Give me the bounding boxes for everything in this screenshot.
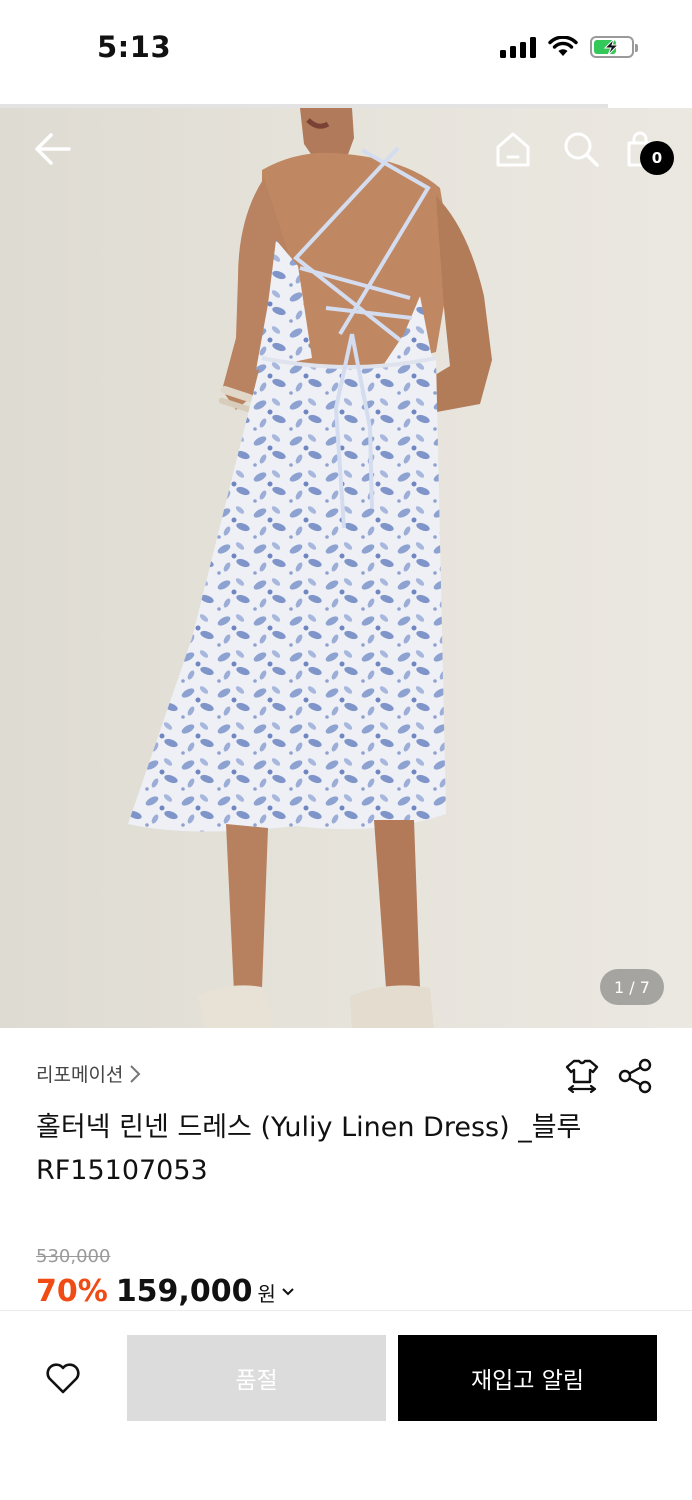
cart-count-badge: 0 (640, 141, 674, 175)
brand-name: 리포메이션 (36, 1064, 124, 1086)
back-arrow-icon (35, 133, 71, 165)
status-icons (500, 36, 638, 58)
chevron-down-icon (282, 1287, 294, 1295)
price-detail-toggle[interactable] (280, 1286, 296, 1298)
share-button[interactable] (616, 1056, 656, 1096)
search-icon (564, 132, 599, 167)
product-image[interactable] (0, 108, 692, 1028)
home-icon (496, 132, 530, 167)
wishlist-button[interactable] (40, 1356, 86, 1402)
home-button[interactable] (490, 126, 536, 172)
chevron-right-icon (130, 1064, 141, 1083)
soldout-button[interactable]: 품절 (127, 1335, 386, 1421)
product-code: RF15107053 (36, 1155, 208, 1186)
status-time: 5:13 (97, 30, 172, 64)
discount-rate: 70% (36, 1274, 108, 1309)
original-price: 530,000 (36, 1246, 111, 1267)
battery-charging-icon (590, 36, 638, 58)
heart-icon (46, 1363, 80, 1394)
share-icon (618, 1058, 652, 1094)
price-row: 70% 159,000 원 (36, 1274, 296, 1309)
signal-icon (500, 36, 536, 58)
image-counter: 1 / 7 (600, 969, 664, 1005)
currency-label: 원 (257, 1282, 276, 1306)
restock-alert-button[interactable]: 재입고 알림 (398, 1335, 657, 1421)
search-button[interactable] (558, 126, 604, 172)
brand-link[interactable]: 리포메이션 (36, 1060, 141, 1087)
size-guide-icon (565, 1059, 599, 1094)
status-bar: 5:13 (0, 0, 692, 104)
wifi-icon (548, 36, 578, 56)
product-title: 홀터넥 린넨 드레스 (Yuliy Linen Dress) _블루 RF151… (36, 1106, 656, 1192)
back-button[interactable] (28, 126, 78, 172)
product-name: 홀터넥 린넨 드레스 (Yuliy Linen Dress) _블루 (36, 1112, 582, 1143)
size-guide-button[interactable] (562, 1056, 602, 1096)
sale-price: 159,000 (115, 1274, 253, 1309)
